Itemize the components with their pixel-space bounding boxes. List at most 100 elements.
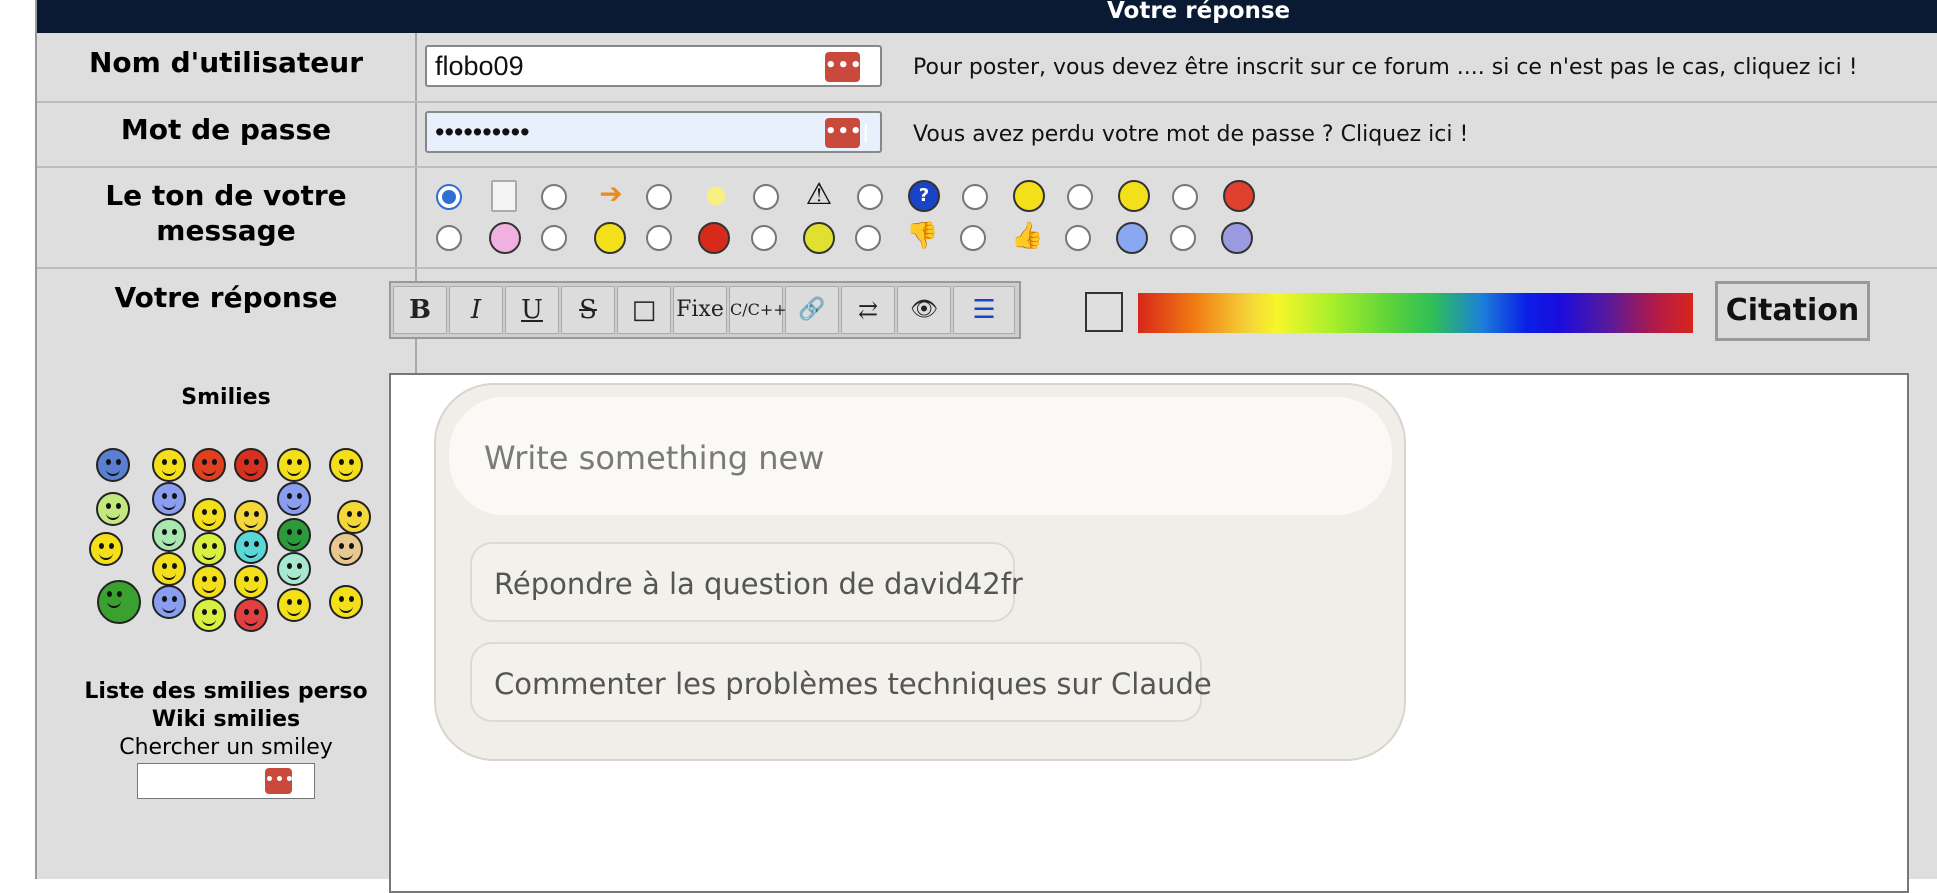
smiley[interactable] (192, 598, 226, 632)
smiley[interactable] (277, 448, 311, 482)
smiley[interactable] (192, 565, 226, 599)
suggestion-input[interactable]: Write something new (449, 397, 1392, 515)
password-label: Mot de passe (120, 113, 332, 146)
username-input[interactable]: flobo09 •••| (425, 45, 882, 87)
tone-radio[interactable] (646, 184, 672, 210)
thumbs-down-icon: 👎 (906, 221, 939, 251)
tone-label: Le ton de votre message (37, 178, 415, 248)
form-header: Votre réponse (37, 0, 1937, 33)
smiley[interactable] (277, 588, 311, 622)
row-divider (37, 267, 1937, 269)
smilies-title: Smilies (181, 385, 271, 410)
tone-radio[interactable] (436, 225, 462, 251)
smiley[interactable] (192, 448, 226, 482)
fixe-button[interactable]: Fixe (673, 286, 727, 334)
suggestion-chip[interactable]: Commenter les problèmes techniques sur C… (470, 642, 1212, 722)
smile-icon (1118, 180, 1150, 212)
cool-smiley-icon (1013, 180, 1045, 212)
smiley[interactable] (152, 518, 186, 552)
smiley[interactable] (152, 448, 186, 482)
tone-radio[interactable] (1170, 225, 1196, 251)
password-manager-icon[interactable]: •••| (825, 118, 869, 148)
smiley[interactable] (329, 532, 363, 566)
smiley[interactable] (152, 552, 186, 586)
smiley[interactable] (96, 448, 130, 482)
lost-password-link[interactable]: Vous avez perdu votre mot de passe ? Cli… (913, 122, 1468, 147)
smiley[interactable] (152, 482, 186, 516)
wiki-smilies-link[interactable]: Wiki smilies (37, 707, 415, 732)
tone-radio[interactable] (960, 225, 986, 251)
smilies-perso-link[interactable]: Liste des smilies perso (37, 679, 415, 704)
suggestion-chip-label: Commenter les problèmes techniques sur C… (494, 667, 1212, 701)
box-button[interactable]: □ (617, 286, 671, 334)
smiley[interactable] (234, 530, 268, 564)
color-picker-gradient[interactable] (1138, 293, 1693, 333)
smiley[interactable] (277, 552, 311, 586)
smiley[interactable] (277, 518, 311, 552)
tone-radio[interactable] (751, 225, 777, 251)
formatting-toolbar: B I U S □ Fixe C/C++ 🔗 ⇄ 👁 ☰ (389, 281, 1021, 339)
strike-button[interactable]: S (561, 286, 615, 334)
smiley[interactable] (97, 580, 141, 624)
grin-icon (594, 222, 626, 254)
smiley[interactable] (234, 448, 268, 482)
tone-label-line2: message (156, 214, 296, 247)
smiley[interactable] (337, 500, 371, 534)
smiley[interactable] (234, 565, 268, 599)
tone-radio[interactable] (962, 184, 988, 210)
suggestion-chip-label: Répondre à la question de david42fr (494, 567, 1023, 601)
tone-radio[interactable] (1065, 225, 1091, 251)
smiley[interactable] (89, 532, 123, 566)
smiley[interactable] (234, 500, 268, 534)
code-button[interactable]: C/C++ (729, 286, 787, 334)
register-hint-link[interactable]: Pour poster, vous devez être inscrit sur… (913, 55, 1858, 80)
color-swatch[interactable] (1085, 292, 1123, 332)
smiley[interactable] (234, 598, 268, 632)
smiley-search-input[interactable]: •••| (137, 763, 315, 799)
smiley[interactable] (192, 532, 226, 566)
angry-icon (1223, 180, 1255, 212)
smiley[interactable] (329, 585, 363, 619)
underline-button[interactable]: U (505, 286, 559, 334)
form-title: Votre réponse (1107, 0, 1291, 24)
image-icon[interactable]: ⇄ (841, 286, 895, 334)
italic-button[interactable]: I (449, 286, 503, 334)
smiley[interactable] (96, 492, 130, 526)
citation-button[interactable]: Citation (1715, 281, 1870, 341)
document-icon (491, 180, 517, 212)
red-angry-icon (698, 222, 730, 254)
list-icon[interactable]: ☰ (953, 286, 1015, 334)
smiley-search-label: Chercher un smiley (119, 735, 333, 760)
blue-worried-icon (1116, 222, 1148, 254)
suggestion-chip[interactable]: Répondre à la question de david42fr (470, 542, 1023, 622)
wink-icon (803, 222, 835, 254)
tone-radio[interactable] (857, 184, 883, 210)
spoiler-icon[interactable]: 👁 (897, 286, 951, 334)
tone-radio[interactable] (1172, 184, 1198, 210)
suggestion-placeholder: Write something new (484, 439, 825, 477)
tone-radio[interactable] (436, 184, 462, 210)
arrow-right-icon: ➔ (599, 177, 623, 210)
username-label: Nom d'utilisateur (89, 46, 363, 79)
smiley[interactable] (277, 482, 311, 516)
bold-button[interactable]: B (393, 286, 447, 334)
link-icon[interactable]: 🔗 (785, 286, 839, 334)
sad-pink-icon (489, 222, 521, 254)
tone-radio[interactable] (1067, 184, 1093, 210)
smiley[interactable] (152, 585, 186, 619)
password-input[interactable]: •••••••••• •••| (425, 111, 882, 153)
tone-radio[interactable] (646, 225, 672, 251)
tone-radio[interactable] (855, 225, 881, 251)
smiley[interactable] (192, 498, 226, 532)
password-value: •••••••••• (435, 117, 530, 147)
password-manager-icon[interactable]: •••| (825, 52, 869, 82)
username-value: flobo09 (435, 51, 524, 81)
question-icon: ? (908, 180, 940, 212)
smiley[interactable] (329, 448, 363, 482)
tone-radio[interactable] (541, 225, 567, 251)
tone-radio[interactable] (753, 184, 779, 210)
tone-label-line1: Le ton de votre (105, 179, 347, 212)
tone-radio[interactable] (541, 184, 567, 210)
password-manager-icon[interactable]: •••| (265, 768, 300, 794)
row-divider (37, 101, 1937, 103)
